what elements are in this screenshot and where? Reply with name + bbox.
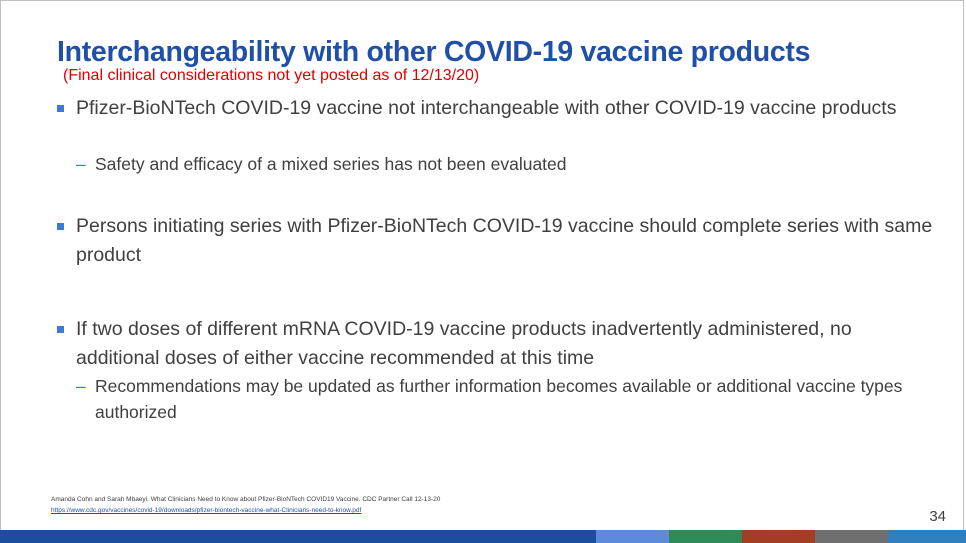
slide-title: Interchangeability with other COVID-19 v… [57, 36, 811, 68]
bullet-3: If two doses of different mRNA COVID-19 … [57, 315, 937, 373]
bullet-square-icon [57, 105, 64, 112]
footer-bar-segment [669, 530, 742, 543]
dash-marker: – [76, 376, 86, 396]
bullet-1: Pfizer-BioNTech COVID-19 vaccine not int… [57, 94, 937, 123]
citation: Amanda Cohn and Sarah Mbaeyi. What Clini… [51, 496, 441, 503]
citation-link[interactable]: https://www.cdc.gov/vaccines/covid-19/do… [51, 507, 361, 514]
bullet-text: Pfizer-BioNTech COVID-19 vaccine not int… [76, 97, 897, 119]
footer-bar-segment [596, 530, 669, 543]
bullet-square-icon [57, 326, 64, 333]
bullet-2: Persons initiating series with Pfizer-Bi… [57, 212, 937, 270]
dash-marker: – [76, 154, 86, 174]
slide-subtitle: (Final clinical considerations not yet p… [63, 67, 480, 84]
sub-bullet-text: Recommendations may be updated as furthe… [95, 376, 903, 422]
bullet-square-icon [57, 223, 64, 230]
footer-bar-segment [815, 530, 888, 543]
sub-bullet-1: – Safety and efficacy of a mixed series … [76, 151, 916, 177]
bullet-text: Persons initiating series with Pfizer-Bi… [76, 215, 933, 266]
footer-bar-segment [742, 530, 815, 543]
footer-bar-segment [888, 530, 966, 543]
slide: Interchangeability with other COVID-19 v… [0, 0, 966, 543]
bullet-text: If two doses of different mRNA COVID-19 … [76, 318, 852, 369]
page-number: 34 [929, 508, 946, 525]
sub-bullet-text: Safety and efficacy of a mixed series ha… [95, 154, 567, 174]
sub-bullet-3: – Recommendations may be updated as furt… [76, 373, 916, 425]
